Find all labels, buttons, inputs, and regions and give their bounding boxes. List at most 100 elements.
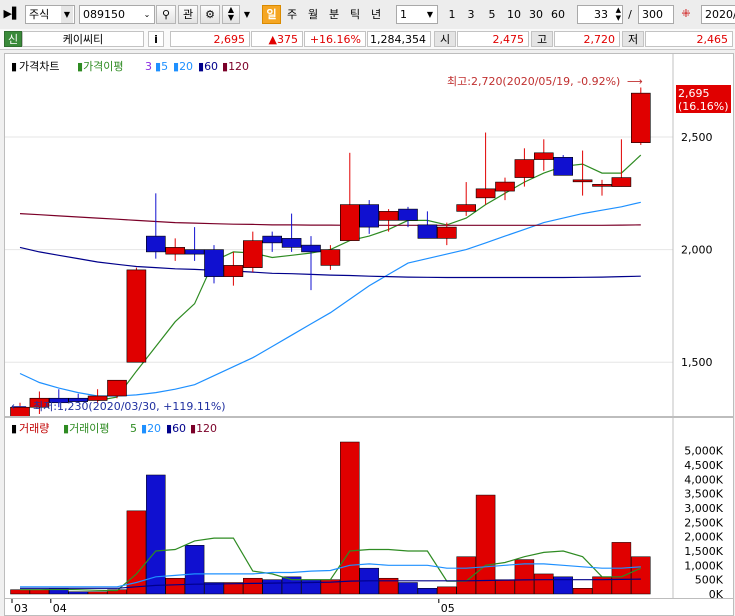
volume-bar [475, 494, 496, 595]
price-change: ▲375 [251, 31, 303, 47]
price-tick-label: 2,000 [681, 244, 713, 257]
chevron-down-icon: ▼ [426, 10, 434, 19]
period-week-button[interactable]: 주 [283, 5, 301, 24]
volume-bar [10, 589, 30, 595]
period-minute-button[interactable]: 분 [325, 5, 343, 24]
price-chart[interactable]: 2,500 2,000 1,500 ▮ 가격차트 ▮가격이평 3 ▮5 ▮20 ▮6… [5, 54, 733, 416]
watch-button[interactable]: 관 [178, 5, 198, 24]
candle-body [223, 265, 244, 277]
arrow-menu-icon[interactable]: ▶▌ [2, 5, 22, 24]
price-legend-title: 가격차트 [19, 60, 59, 73]
zoom-value: 33 [594, 8, 608, 21]
period-year-button[interactable]: 년 [367, 5, 385, 24]
volume-tick-label: 2,000K [684, 531, 723, 544]
volume-bar [262, 579, 282, 595]
volume-bar [68, 591, 88, 595]
price-tick-label: 2,500 [681, 131, 713, 144]
volume-chart[interactable]: 5,000K4,500K4,000K 3,500K3,000K2,500K 2,00… [5, 418, 733, 602]
candle-body [611, 177, 632, 187]
volume-bar [437, 586, 457, 595]
date-label: 04 [53, 602, 67, 615]
info-bar: 신 케이씨티 i 2,695 ▲375 +16.16% 1,284,354 시 … [0, 29, 735, 50]
period-tick-button[interactable]: 틱 [346, 5, 364, 24]
trade-volume: 1,284,354 [367, 31, 431, 47]
low-annotation: 최저:1,230(2020/03/30, +119.11%) [33, 400, 226, 413]
price-legend-ma60: ▮60 [198, 60, 218, 73]
candle-body [514, 159, 535, 178]
search-button[interactable]: ⚲ [156, 5, 176, 24]
candle-body [359, 204, 380, 228]
volume-bar [87, 591, 108, 595]
volume-bar [29, 589, 50, 595]
total-value: 300 [642, 8, 663, 21]
price-legend-ma5: ▮5 [155, 60, 168, 73]
volume-bar [417, 588, 438, 595]
candle-body [495, 181, 515, 192]
volume-bar [165, 577, 185, 595]
volume-tick-label: 1,500K [684, 545, 723, 558]
interval-button-10[interactable]: 10 [504, 5, 524, 24]
candle-body [243, 240, 263, 268]
volume-tick-label: 4,000K [684, 473, 723, 486]
candle-body [146, 235, 166, 253]
interval-button-30[interactable]: 30 [526, 5, 546, 24]
period-day-button[interactable]: 일 [262, 5, 281, 24]
stepper-button[interactable]: ▲ ▼ [222, 5, 240, 24]
period-month-button[interactable]: 월 [304, 5, 322, 24]
price-legend-ma120: ▮120 [222, 60, 249, 73]
interval-select[interactable]: 1 ▼ [396, 5, 438, 24]
candle-body [184, 249, 205, 255]
volume-tick-label: 1,000K [684, 559, 723, 572]
stock-name[interactable]: 케이씨티 [22, 31, 144, 47]
volume-tick-label: 5,000K [684, 445, 723, 458]
volume-bar [398, 582, 418, 595]
candle-body [436, 226, 457, 239]
price-ma20-line [19, 201, 641, 397]
gear-icon: ⚙ [205, 8, 215, 21]
price-chart-panel[interactable]: 2,500 2,000 1,500 ▮ 가격차트 ▮가격이평 3 ▮5 ▮20 ▮6… [4, 53, 734, 417]
total-input[interactable]: 300 [638, 5, 674, 24]
volume-tick-label: 3,500K [684, 488, 723, 501]
market-select-value: 주식 [29, 8, 50, 21]
candle-body [378, 211, 399, 221]
candle-body [456, 204, 477, 212]
volume-tick-label: 2,500K [684, 516, 723, 529]
dropdown-arrow-icon[interactable]: ▼ [242, 5, 252, 24]
candle-body [301, 244, 321, 253]
zoom-input[interactable]: 33 ▲ ▼ [577, 5, 623, 24]
interval-select-value: 1 [400, 8, 407, 21]
slash-label: / [628, 8, 632, 21]
volume-bar [534, 573, 554, 595]
interval-button-1[interactable]: 1 [444, 5, 460, 24]
candle-body [417, 224, 438, 239]
volume-tick-label: 3,000K [684, 502, 723, 515]
date-input[interactable]: 2020/ [701, 5, 735, 24]
market-select[interactable]: 주식 ▼ [25, 5, 75, 24]
info-button[interactable]: i [148, 31, 164, 47]
high-price: 2,720 [554, 31, 620, 47]
volume-legend-ma120: ▮120 [190, 422, 217, 435]
candle-body [553, 157, 574, 176]
toolbar: ▶▌ 주식 ▼ 089150 ⌄ ⚲ 관 ⚙ ▲ ▼ ▼ 일 주 월 분 틱 년 1 ▼… [0, 0, 735, 30]
volume-legend-title: 거래량 [19, 422, 49, 435]
low-label: 저 [622, 31, 644, 47]
current-price-tag-value: 2,695 [678, 87, 710, 100]
range-button[interactable]: ⁜ [676, 5, 696, 24]
current-price: 2,695 [170, 31, 250, 47]
interval-button-3[interactable]: 3 [463, 5, 479, 24]
code-input[interactable]: 089150 ⌄ [79, 5, 155, 24]
date-value: 2020/ [705, 8, 735, 21]
interval-button-60[interactable]: 60 [548, 5, 568, 24]
interval-button-5[interactable]: 5 [484, 5, 500, 24]
low-price: 2,465 [645, 31, 733, 47]
candle-body [107, 379, 127, 397]
settings-button[interactable]: ⚙ [200, 5, 220, 24]
volume-bar [572, 588, 593, 595]
chevron-down-icon: ⌄ [143, 10, 151, 19]
date-axis: 03 04 05 [4, 598, 734, 616]
candle-body [339, 204, 360, 241]
volume-chart-panel[interactable]: 5,000K 4,500K 4,000K 3,500K 3,000K 2,500K 2,00… [4, 417, 734, 603]
candle-body [165, 247, 185, 255]
volume-bar [340, 441, 360, 595]
spin-icon: ▲ ▼ [615, 6, 621, 22]
